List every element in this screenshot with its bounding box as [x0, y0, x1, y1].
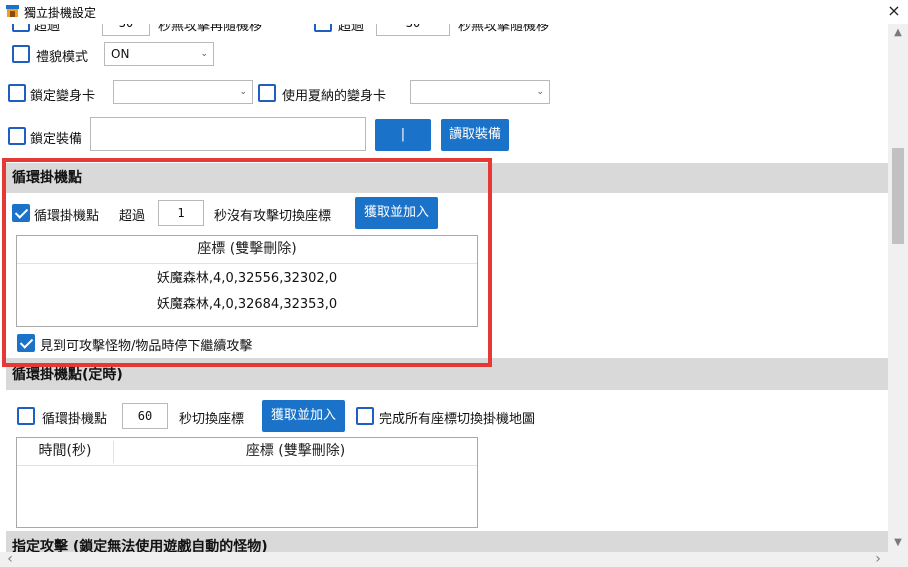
chevron-down-icon: ⌄	[536, 87, 544, 97]
scroll-down-icon[interactable]: ▼	[888, 537, 908, 548]
timed-loop-seconds-input[interactable]: 60	[122, 403, 168, 429]
assign-attack-header: 指定攻擊 (鎖定無法使用遊戲自動的怪物)	[6, 531, 888, 552]
etiquette-mode-select[interactable]: ON ⌄	[104, 42, 214, 66]
scrollbar-corner	[888, 552, 908, 567]
summer-morph-card-checkbox[interactable]	[258, 84, 276, 102]
timed-loop-switch-text: 秒切換座標	[179, 412, 245, 427]
table-row[interactable]: 妖魔森林,4,0,32684,32353,0	[17, 293, 477, 312]
stop-on-target-label: 見到可攻擊怪物/物品時停下繼續攻擊	[40, 339, 253, 354]
etiquette-mode-label: 禮貌模式	[36, 50, 89, 65]
timed-loop-fetch-button[interactable]: 獲取並加入	[262, 400, 345, 432]
timed-loop-grid: 時間(秒) 座標 (雙擊刪除)	[16, 437, 478, 528]
scrollbar-thumb[interactable]	[892, 148, 904, 244]
grid-column-coordinate: 座標 (雙擊刪除)	[245, 443, 346, 459]
scroll-up-icon[interactable]: ▲	[888, 27, 908, 38]
equipment-textbox[interactable]	[90, 117, 366, 151]
lock-equipment-label: 鎖定裝備	[30, 132, 83, 147]
stop-on-target-checkbox[interactable]	[17, 334, 35, 352]
top-row-seconds-2[interactable]: 30	[376, 24, 450, 36]
loop-points-fetch-button[interactable]: 獲取並加入	[355, 197, 438, 229]
scroll-left-icon[interactable]: ‹	[0, 552, 20, 567]
loop-points-seconds-input[interactable]: 1	[158, 200, 204, 226]
complete-switch-map-label: 完成所有座標切換掛機地圖	[379, 412, 536, 427]
loop-points-checkbox[interactable]	[12, 204, 30, 222]
top-row-checkbox-1[interactable]	[12, 24, 30, 32]
top-row-seconds-1[interactable]: 30	[102, 24, 150, 36]
settings-panel: 超過 30 秒無攻擊再隨機移 超過 30 秒無攻擊隨機移 禮貌模式 ON ⌄ 鎖…	[0, 24, 888, 552]
summer-morph-card-select[interactable]: ⌄	[410, 80, 550, 104]
complete-switch-map-checkbox[interactable]	[356, 407, 374, 425]
vertical-scrollbar[interactable]: ▲ ▼	[888, 24, 908, 552]
top-row-checkbox-2[interactable]	[314, 24, 332, 32]
etiquette-mode-checkbox[interactable]	[12, 45, 30, 63]
grid-header-divider	[17, 263, 477, 264]
read-equipment-button[interactable]: 讀取裝備	[441, 119, 509, 151]
grid-column-header: 座標 (雙擊刪除)	[197, 241, 297, 257]
app-icon	[6, 5, 19, 17]
top-row-text-1: 秒無攻擊再隨機移	[158, 24, 263, 34]
timed-loop-label: 循環掛機點	[42, 412, 108, 427]
lock-morph-card-checkbox[interactable]	[8, 84, 26, 102]
title-bar: 獨立掛機設定 ×	[0, 0, 908, 24]
window-title: 獨立掛機設定	[24, 6, 97, 20]
top-row-text-2: 秒無攻擊隨機移	[458, 24, 550, 34]
timed-loop-checkbox[interactable]	[17, 407, 35, 425]
grid-column-time: 時間(秒)	[38, 443, 92, 459]
loop-points-switch-text: 秒沒有攻擊切換座標	[214, 209, 332, 224]
top-row-label-2: 超過	[338, 24, 365, 34]
chevron-down-icon: ⌄	[239, 87, 247, 97]
scroll-right-icon[interactable]: ›	[868, 552, 888, 567]
chevron-down-icon: ⌄	[200, 49, 208, 59]
lock-morph-card-select[interactable]: ⌄	[113, 80, 253, 104]
lock-equipment-checkbox[interactable]	[8, 127, 26, 145]
loop-points-header: 循環掛機點	[6, 163, 888, 193]
timed-loop-header: 循環掛機點(定時)	[6, 358, 888, 390]
top-row-label-1: 超過	[34, 24, 61, 34]
etiquette-mode-value: ON	[111, 47, 130, 61]
grid-header-divider	[17, 465, 477, 466]
close-button[interactable]: ×	[880, 0, 908, 24]
lock-morph-card-label: 鎖定變身卡	[30, 89, 96, 104]
loop-points-exceed-label: 超過	[119, 209, 146, 224]
summer-morph-card-label: 使用夏納的變身卡	[282, 89, 387, 104]
horizontal-scrollbar[interactable]: ‹ ›	[0, 552, 888, 567]
pipe-button[interactable]: |	[375, 119, 431, 151]
loop-points-label: 循環掛機點	[34, 209, 100, 224]
loop-points-grid: 座標 (雙擊刪除) 妖魔森林,4,0,32556,32302,0 妖魔森林,4,…	[16, 235, 478, 327]
table-row[interactable]: 妖魔森林,4,0,32556,32302,0	[17, 267, 477, 286]
